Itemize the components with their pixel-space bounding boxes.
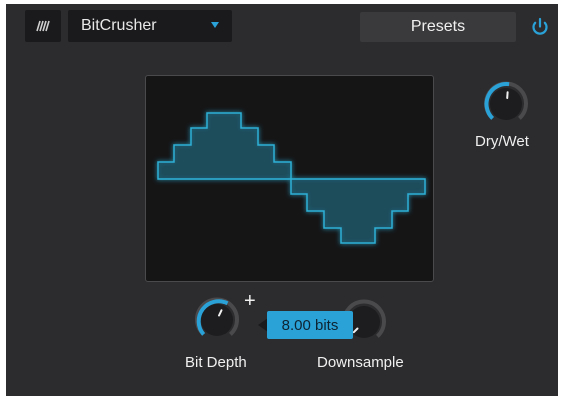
plus-icon: + (244, 290, 256, 312)
value-tooltip: 8.00 bits (267, 311, 353, 339)
downsample-label: Downsample (317, 354, 404, 371)
presets-button[interactable]: Presets (360, 12, 516, 42)
bitcrushed-waveform (157, 112, 426, 244)
caret-down-icon (211, 22, 219, 28)
effect-selector[interactable]: BitCrusher (68, 10, 232, 42)
dry-wet-label: Dry/Wet (475, 133, 529, 150)
presets-label: Presets (410, 18, 466, 35)
power-icon[interactable] (529, 16, 551, 38)
effect-selector-label: BitCrusher (81, 17, 157, 34)
dry-wet-knob[interactable] (480, 78, 532, 130)
value-tooltip-text: 8.00 bits (281, 316, 339, 334)
waveform-logo-icon (36, 20, 50, 32)
logo-button[interactable] (25, 10, 61, 42)
bit-depth-knob[interactable] (191, 294, 243, 346)
waveform-display (145, 75, 434, 282)
bit-depth-label: Bit Depth (185, 354, 247, 371)
